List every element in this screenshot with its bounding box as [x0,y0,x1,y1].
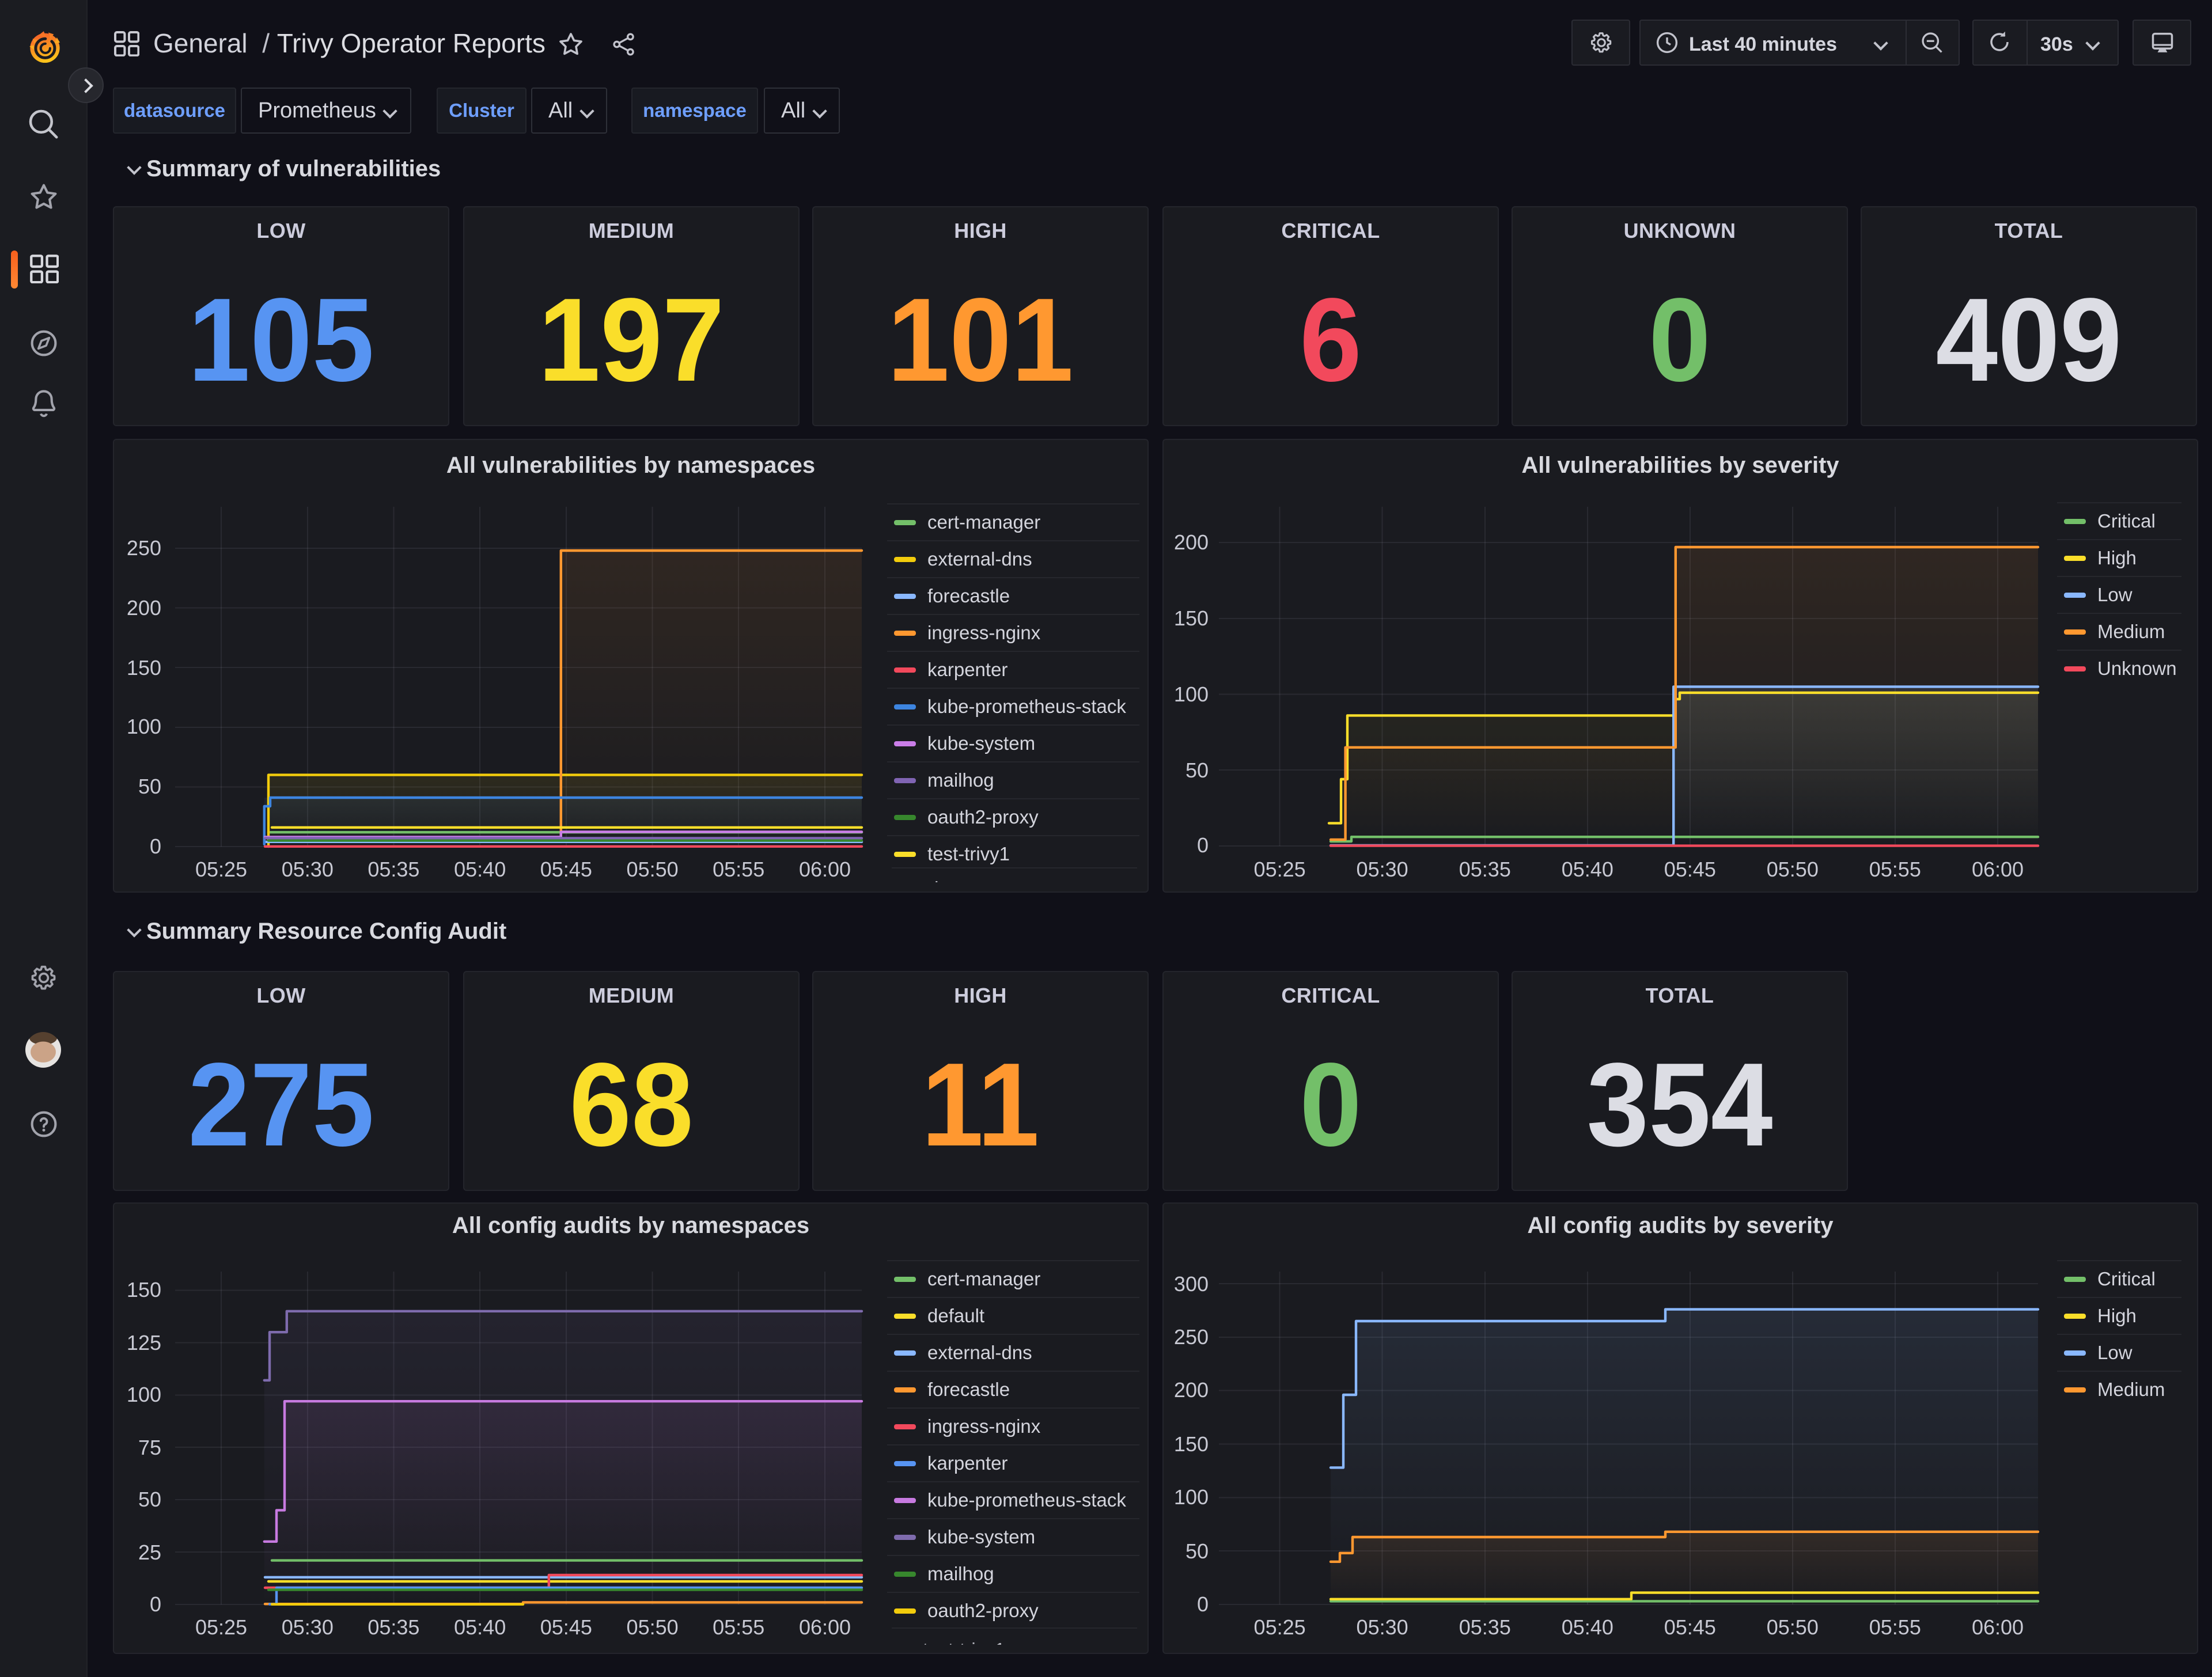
svg-text:05:30: 05:30 [1357,858,1408,881]
svg-text:100: 100 [1174,1485,1209,1509]
svg-text:05:55: 05:55 [713,858,764,881]
svg-text:200: 200 [1174,1378,1209,1402]
svg-text:150: 150 [1174,606,1209,630]
svg-text:05:45: 05:45 [1664,1615,1716,1639]
svg-text:05:40: 05:40 [454,1615,506,1639]
svg-text:50: 50 [138,775,161,798]
svg-text:0: 0 [150,834,161,858]
svg-text:05:25: 05:25 [195,858,247,881]
svg-text:05:50: 05:50 [627,1615,679,1639]
svg-text:05:55: 05:55 [1869,858,1921,881]
svg-text:05:55: 05:55 [1869,1615,1921,1639]
svg-text:300: 300 [1174,1272,1209,1296]
svg-text:0: 0 [1197,833,1209,857]
svg-text:100: 100 [1174,682,1209,706]
svg-text:250: 250 [127,536,161,560]
svg-text:125: 125 [127,1331,161,1354]
svg-text:05:55: 05:55 [713,1615,764,1639]
svg-text:05:50: 05:50 [627,858,679,881]
svg-text:150: 150 [127,656,161,680]
svg-text:200: 200 [1174,530,1209,554]
svg-text:06:00: 06:00 [1972,1615,2024,1639]
svg-text:05:50: 05:50 [1767,858,1819,881]
svg-text:05:45: 05:45 [1664,858,1716,881]
svg-text:150: 150 [127,1278,161,1302]
svg-text:05:25: 05:25 [195,1615,247,1639]
svg-text:05:45: 05:45 [540,1615,592,1639]
svg-text:25: 25 [138,1541,161,1564]
svg-text:0: 0 [1197,1592,1209,1616]
svg-text:150: 150 [1174,1432,1209,1456]
svg-text:05:25: 05:25 [1254,1615,1306,1639]
svg-text:100: 100 [127,715,161,738]
svg-text:0: 0 [150,1592,161,1616]
svg-text:75: 75 [138,1436,161,1459]
svg-text:05:45: 05:45 [540,858,592,881]
svg-text:06:00: 06:00 [799,1615,851,1639]
svg-text:250: 250 [1174,1325,1209,1349]
svg-text:05:25: 05:25 [1254,858,1306,881]
svg-text:05:40: 05:40 [454,858,506,881]
svg-text:50: 50 [1185,758,1209,782]
svg-text:05:35: 05:35 [1459,858,1511,881]
svg-text:05:30: 05:30 [1357,1615,1408,1639]
svg-text:05:35: 05:35 [1459,1615,1511,1639]
svg-text:100: 100 [127,1383,161,1406]
svg-text:05:50: 05:50 [1767,1615,1819,1639]
svg-text:200: 200 [127,596,161,620]
svg-text:06:00: 06:00 [1972,858,2024,881]
svg-text:06:00: 06:00 [799,858,851,881]
svg-text:50: 50 [138,1488,161,1511]
svg-text:50: 50 [1185,1539,1209,1563]
svg-text:05:40: 05:40 [1562,858,1613,881]
svg-text:05:40: 05:40 [1562,1615,1613,1639]
svg-text:05:30: 05:30 [282,858,334,881]
svg-text:05:35: 05:35 [368,1615,419,1639]
svg-text:05:35: 05:35 [368,858,419,881]
svg-text:05:30: 05:30 [282,1615,334,1639]
